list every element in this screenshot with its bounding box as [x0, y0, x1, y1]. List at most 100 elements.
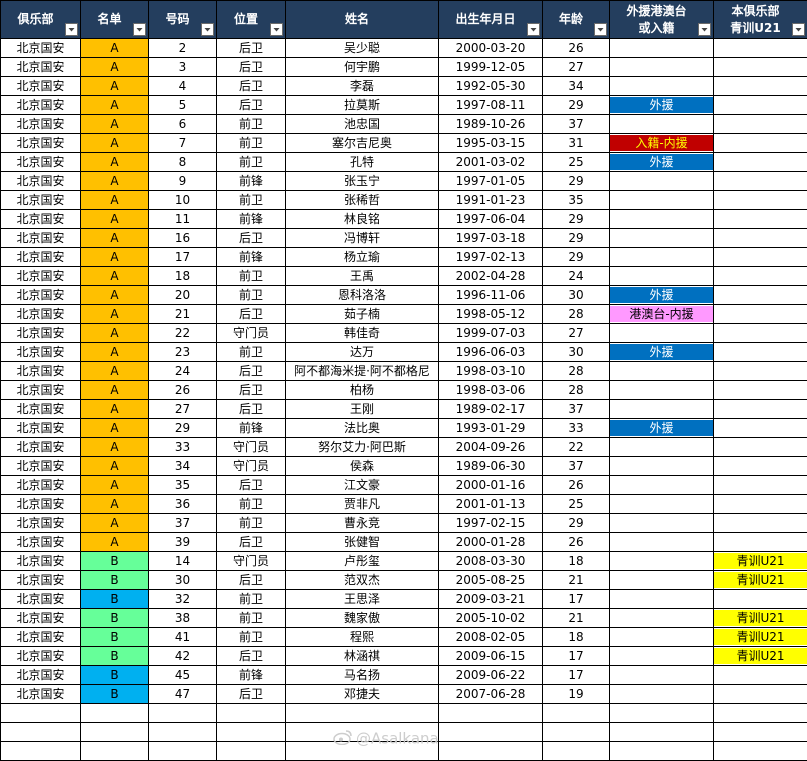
youth-cell[interactable] [713, 171, 807, 191]
dob-cell[interactable]: 1997-02-15 [438, 513, 543, 533]
club-cell[interactable]: 北京国安 [0, 380, 81, 400]
status-cell[interactable] [609, 551, 714, 571]
name-cell[interactable]: 塞尔吉尼奥 [285, 133, 439, 153]
youth-cell[interactable] [713, 342, 807, 362]
age-cell[interactable]: 33 [542, 418, 610, 438]
filter-dropdown-icon[interactable] [698, 23, 711, 36]
position-cell[interactable]: 守门员 [216, 551, 286, 571]
status-cell[interactable] [609, 57, 714, 77]
position-cell[interactable]: 前锋 [216, 171, 286, 191]
position-cell[interactable]: 后卫 [216, 380, 286, 400]
club-cell[interactable]: 北京国安 [0, 665, 81, 685]
dob-cell[interactable]: 1989-02-17 [438, 399, 543, 419]
number-cell[interactable]: 29 [148, 418, 217, 438]
dob-cell[interactable]: 1995-03-15 [438, 133, 543, 153]
club-cell[interactable]: 北京国安 [0, 589, 81, 609]
empty-cell[interactable] [0, 741, 81, 761]
filter-dropdown-icon[interactable] [133, 23, 146, 36]
dob-cell[interactable]: 2004-09-26 [438, 437, 543, 457]
club-cell[interactable]: 北京国安 [0, 304, 81, 324]
status-cell[interactable] [609, 684, 714, 704]
empty-cell[interactable] [713, 722, 807, 742]
table-row[interactable]: 北京国安 A 22 守门员 韩佳奇 1999-07-03 27 [0, 323, 807, 343]
name-cell[interactable]: 达万 [285, 342, 439, 362]
status-cell[interactable]: 港澳台-内援 [609, 304, 714, 324]
name-cell[interactable]: 张健智 [285, 532, 439, 552]
position-cell[interactable]: 后卫 [216, 228, 286, 248]
list-cell[interactable]: A [80, 437, 149, 457]
youth-cell[interactable] [713, 361, 807, 381]
status-cell[interactable] [609, 513, 714, 533]
table-row[interactable]: 北京国安 A 9 前锋 张玉宁 1997-01-05 29 [0, 171, 807, 191]
age-cell[interactable]: 17 [542, 646, 610, 666]
number-cell[interactable]: 27 [148, 399, 217, 419]
age-cell[interactable]: 24 [542, 266, 610, 286]
dob-cell[interactable]: 1997-08-11 [438, 95, 543, 115]
dob-cell[interactable]: 1996-11-06 [438, 285, 543, 305]
filter-dropdown-icon[interactable] [65, 23, 78, 36]
position-cell[interactable]: 前卫 [216, 589, 286, 609]
table-row[interactable]: 北京国安 A 26 后卫 柏杨 1998-03-06 28 [0, 380, 807, 400]
position-cell[interactable]: 后卫 [216, 475, 286, 495]
empty-cell[interactable] [216, 703, 286, 723]
age-cell[interactable]: 29 [542, 228, 610, 248]
number-cell[interactable]: 41 [148, 627, 217, 647]
position-cell[interactable]: 前卫 [216, 627, 286, 647]
age-cell[interactable]: 29 [542, 247, 610, 267]
youth-cell[interactable] [713, 589, 807, 609]
status-cell[interactable]: 外援 [609, 95, 714, 115]
list-cell[interactable]: A [80, 475, 149, 495]
dob-cell[interactable]: 2009-03-21 [438, 589, 543, 609]
name-cell[interactable]: 程熙 [285, 627, 439, 647]
position-cell[interactable]: 守门员 [216, 323, 286, 343]
age-cell[interactable]: 26 [542, 475, 610, 495]
club-cell[interactable]: 北京国安 [0, 684, 81, 704]
name-cell[interactable]: 王禹 [285, 266, 439, 286]
empty-cell[interactable] [148, 703, 217, 723]
youth-cell[interactable] [713, 152, 807, 172]
list-cell[interactable]: B [80, 570, 149, 590]
youth-cell[interactable] [713, 323, 807, 343]
dob-cell[interactable]: 1992-05-30 [438, 76, 543, 96]
empty-cell[interactable] [542, 722, 610, 742]
status-cell[interactable] [609, 247, 714, 267]
table-row[interactable]: 北京国安 A 27 后卫 王刚 1989-02-17 37 [0, 399, 807, 419]
age-cell[interactable]: 30 [542, 342, 610, 362]
table-row[interactable]: 北京国安 A 33 守门员 努尔艾力·阿巴斯 2004-09-26 22 [0, 437, 807, 457]
age-cell[interactable]: 27 [542, 57, 610, 77]
list-cell[interactable]: A [80, 456, 149, 476]
number-cell[interactable]: 6 [148, 114, 217, 134]
name-cell[interactable]: 韩佳奇 [285, 323, 439, 343]
table-row[interactable]: 北京国安 A 11 前锋 林良铭 1997-06-04 29 [0, 209, 807, 229]
empty-cell[interactable] [542, 741, 610, 761]
table-row[interactable]: 北京国安 B 14 守门员 卢彤玺 2008-03-30 18 青训U21 [0, 551, 807, 571]
status-cell[interactable]: 外援 [609, 285, 714, 305]
table-row[interactable]: 北京国安 A 18 前卫 王禹 2002-04-28 24 [0, 266, 807, 286]
age-cell[interactable]: 29 [542, 95, 610, 115]
number-cell[interactable]: 22 [148, 323, 217, 343]
youth-cell[interactable] [713, 304, 807, 324]
number-cell[interactable]: 3 [148, 57, 217, 77]
name-cell[interactable]: 邓捷夫 [285, 684, 439, 704]
club-cell[interactable]: 北京国安 [0, 475, 81, 495]
number-cell[interactable]: 11 [148, 209, 217, 229]
number-cell[interactable]: 39 [148, 532, 217, 552]
club-cell[interactable]: 北京国安 [0, 266, 81, 286]
age-cell[interactable]: 35 [542, 190, 610, 210]
position-cell[interactable]: 后卫 [216, 57, 286, 77]
age-cell[interactable]: 18 [542, 627, 610, 647]
status-cell[interactable] [609, 646, 714, 666]
youth-cell[interactable] [713, 209, 807, 229]
age-cell[interactable]: 29 [542, 209, 610, 229]
position-cell[interactable]: 前卫 [216, 494, 286, 514]
status-cell[interactable] [609, 589, 714, 609]
age-cell[interactable]: 29 [542, 513, 610, 533]
status-cell[interactable] [609, 38, 714, 58]
youth-cell[interactable] [713, 494, 807, 514]
status-cell[interactable] [609, 380, 714, 400]
dob-cell[interactable]: 1999-12-05 [438, 57, 543, 77]
club-cell[interactable]: 北京国安 [0, 323, 81, 343]
empty-cell[interactable] [148, 741, 217, 761]
status-cell[interactable] [609, 570, 714, 590]
club-cell[interactable]: 北京国安 [0, 76, 81, 96]
